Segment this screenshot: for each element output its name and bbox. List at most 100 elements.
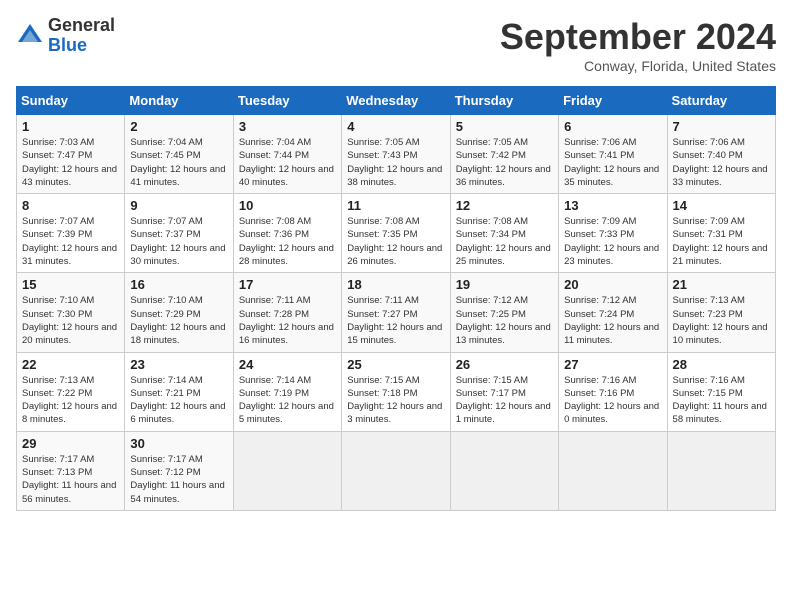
table-cell: 20 Sunrise: 7:12 AM Sunset: 7:24 PM Dayl… (559, 273, 667, 352)
day-info: Sunrise: 7:13 AM Sunset: 7:22 PM Dayligh… (22, 374, 119, 427)
table-cell (342, 431, 450, 510)
day-info: Sunrise: 7:05 AM Sunset: 7:42 PM Dayligh… (456, 136, 553, 189)
day-info: Sunrise: 7:12 AM Sunset: 7:25 PM Dayligh… (456, 294, 553, 347)
col-friday: Friday (559, 87, 667, 115)
logo-icon (16, 22, 44, 50)
day-info: Sunrise: 7:17 AM Sunset: 7:12 PM Dayligh… (130, 453, 227, 506)
col-saturday: Saturday (667, 87, 775, 115)
logo-blue: Blue (48, 35, 87, 55)
day-info: Sunrise: 7:16 AM Sunset: 7:15 PM Dayligh… (673, 374, 770, 427)
day-info: Sunrise: 7:09 AM Sunset: 7:31 PM Dayligh… (673, 215, 770, 268)
table-cell: 8 Sunrise: 7:07 AM Sunset: 7:39 PM Dayli… (17, 194, 125, 273)
month-title: September 2024 (500, 16, 776, 58)
day-number: 17 (239, 277, 336, 292)
day-info: Sunrise: 7:09 AM Sunset: 7:33 PM Dayligh… (564, 215, 661, 268)
day-number: 16 (130, 277, 227, 292)
table-cell: 5 Sunrise: 7:05 AM Sunset: 7:42 PM Dayli… (450, 115, 558, 194)
table-cell: 26 Sunrise: 7:15 AM Sunset: 7:17 PM Dayl… (450, 352, 558, 431)
day-number: 8 (22, 198, 119, 213)
day-number: 13 (564, 198, 661, 213)
day-number: 10 (239, 198, 336, 213)
day-info: Sunrise: 7:11 AM Sunset: 7:27 PM Dayligh… (347, 294, 444, 347)
day-info: Sunrise: 7:17 AM Sunset: 7:13 PM Dayligh… (22, 453, 119, 506)
day-number: 21 (673, 277, 770, 292)
table-cell: 28 Sunrise: 7:16 AM Sunset: 7:15 PM Dayl… (667, 352, 775, 431)
day-info: Sunrise: 7:03 AM Sunset: 7:47 PM Dayligh… (22, 136, 119, 189)
table-cell: 10 Sunrise: 7:08 AM Sunset: 7:36 PM Dayl… (233, 194, 341, 273)
day-number: 18 (347, 277, 444, 292)
day-info: Sunrise: 7:11 AM Sunset: 7:28 PM Dayligh… (239, 294, 336, 347)
table-cell: 9 Sunrise: 7:07 AM Sunset: 7:37 PM Dayli… (125, 194, 233, 273)
table-cell (233, 431, 341, 510)
day-number: 23 (130, 357, 227, 372)
day-number: 7 (673, 119, 770, 134)
day-number: 22 (22, 357, 119, 372)
day-number: 19 (456, 277, 553, 292)
day-info: Sunrise: 7:06 AM Sunset: 7:40 PM Dayligh… (673, 136, 770, 189)
calendar-row-1: 1 Sunrise: 7:03 AM Sunset: 7:47 PM Dayli… (17, 115, 776, 194)
day-number: 5 (456, 119, 553, 134)
table-cell: 7 Sunrise: 7:06 AM Sunset: 7:40 PM Dayli… (667, 115, 775, 194)
page-header: General Blue September 2024 Conway, Flor… (16, 16, 776, 74)
table-cell: 3 Sunrise: 7:04 AM Sunset: 7:44 PM Dayli… (233, 115, 341, 194)
day-info: Sunrise: 7:16 AM Sunset: 7:16 PM Dayligh… (564, 374, 661, 427)
table-cell: 15 Sunrise: 7:10 AM Sunset: 7:30 PM Dayl… (17, 273, 125, 352)
day-number: 25 (347, 357, 444, 372)
day-number: 29 (22, 436, 119, 451)
table-cell: 25 Sunrise: 7:15 AM Sunset: 7:18 PM Dayl… (342, 352, 450, 431)
logo-general: General (48, 15, 115, 35)
table-cell: 22 Sunrise: 7:13 AM Sunset: 7:22 PM Dayl… (17, 352, 125, 431)
table-cell: 13 Sunrise: 7:09 AM Sunset: 7:33 PM Dayl… (559, 194, 667, 273)
day-number: 4 (347, 119, 444, 134)
day-info: Sunrise: 7:10 AM Sunset: 7:29 PM Dayligh… (130, 294, 227, 347)
day-info: Sunrise: 7:06 AM Sunset: 7:41 PM Dayligh… (564, 136, 661, 189)
day-info: Sunrise: 7:12 AM Sunset: 7:24 PM Dayligh… (564, 294, 661, 347)
day-number: 3 (239, 119, 336, 134)
table-cell: 27 Sunrise: 7:16 AM Sunset: 7:16 PM Dayl… (559, 352, 667, 431)
day-info: Sunrise: 7:15 AM Sunset: 7:18 PM Dayligh… (347, 374, 444, 427)
calendar-row-3: 15 Sunrise: 7:10 AM Sunset: 7:30 PM Dayl… (17, 273, 776, 352)
table-cell: 2 Sunrise: 7:04 AM Sunset: 7:45 PM Dayli… (125, 115, 233, 194)
calendar-row-5: 29 Sunrise: 7:17 AM Sunset: 7:13 PM Dayl… (17, 431, 776, 510)
day-info: Sunrise: 7:15 AM Sunset: 7:17 PM Dayligh… (456, 374, 553, 427)
day-info: Sunrise: 7:04 AM Sunset: 7:45 PM Dayligh… (130, 136, 227, 189)
day-number: 14 (673, 198, 770, 213)
table-cell: 16 Sunrise: 7:10 AM Sunset: 7:29 PM Dayl… (125, 273, 233, 352)
table-cell: 18 Sunrise: 7:11 AM Sunset: 7:27 PM Dayl… (342, 273, 450, 352)
table-cell: 29 Sunrise: 7:17 AM Sunset: 7:13 PM Dayl… (17, 431, 125, 510)
day-info: Sunrise: 7:07 AM Sunset: 7:39 PM Dayligh… (22, 215, 119, 268)
table-cell: 23 Sunrise: 7:14 AM Sunset: 7:21 PM Dayl… (125, 352, 233, 431)
col-wednesday: Wednesday (342, 87, 450, 115)
day-info: Sunrise: 7:14 AM Sunset: 7:19 PM Dayligh… (239, 374, 336, 427)
logo: General Blue (16, 16, 115, 56)
day-number: 26 (456, 357, 553, 372)
day-number: 2 (130, 119, 227, 134)
table-cell: 4 Sunrise: 7:05 AM Sunset: 7:43 PM Dayli… (342, 115, 450, 194)
table-cell: 6 Sunrise: 7:06 AM Sunset: 7:41 PM Dayli… (559, 115, 667, 194)
day-number: 15 (22, 277, 119, 292)
day-number: 9 (130, 198, 227, 213)
table-cell: 14 Sunrise: 7:09 AM Sunset: 7:31 PM Dayl… (667, 194, 775, 273)
day-number: 20 (564, 277, 661, 292)
day-info: Sunrise: 7:08 AM Sunset: 7:34 PM Dayligh… (456, 215, 553, 268)
table-cell: 19 Sunrise: 7:12 AM Sunset: 7:25 PM Dayl… (450, 273, 558, 352)
calendar-row-2: 8 Sunrise: 7:07 AM Sunset: 7:39 PM Dayli… (17, 194, 776, 273)
table-cell: 24 Sunrise: 7:14 AM Sunset: 7:19 PM Dayl… (233, 352, 341, 431)
location: Conway, Florida, United States (500, 58, 776, 74)
day-number: 1 (22, 119, 119, 134)
day-number: 24 (239, 357, 336, 372)
table-cell (559, 431, 667, 510)
table-cell: 30 Sunrise: 7:17 AM Sunset: 7:12 PM Dayl… (125, 431, 233, 510)
table-cell (450, 431, 558, 510)
day-number: 28 (673, 357, 770, 372)
table-cell: 17 Sunrise: 7:11 AM Sunset: 7:28 PM Dayl… (233, 273, 341, 352)
day-number: 11 (347, 198, 444, 213)
col-tuesday: Tuesday (233, 87, 341, 115)
day-info: Sunrise: 7:07 AM Sunset: 7:37 PM Dayligh… (130, 215, 227, 268)
day-info: Sunrise: 7:13 AM Sunset: 7:23 PM Dayligh… (673, 294, 770, 347)
table-cell: 11 Sunrise: 7:08 AM Sunset: 7:35 PM Dayl… (342, 194, 450, 273)
calendar-header-row: Sunday Monday Tuesday Wednesday Thursday… (17, 87, 776, 115)
calendar-table: Sunday Monday Tuesday Wednesday Thursday… (16, 86, 776, 511)
day-info: Sunrise: 7:05 AM Sunset: 7:43 PM Dayligh… (347, 136, 444, 189)
day-number: 30 (130, 436, 227, 451)
